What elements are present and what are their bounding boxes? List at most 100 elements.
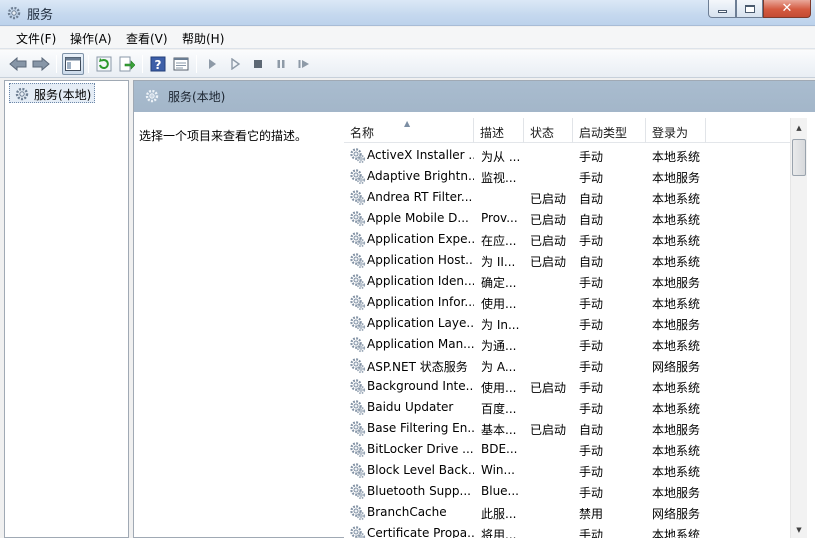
service-startup-type: 手动: [579, 528, 604, 538]
service-logon-as: 本地系统: [652, 297, 701, 311]
service-description: 使用...: [481, 297, 517, 311]
service-gear-icon: [349, 315, 366, 332]
service-row[interactable]: Base Filtering En... 基本... 已启动 自动 本地服务: [344, 418, 796, 439]
forward-button[interactable]: [30, 53, 52, 75]
service-gear-icon: [349, 399, 366, 416]
service-row[interactable]: Block Level Back... Win... 手动 本地系统: [344, 460, 796, 481]
properties-button[interactable]: [170, 53, 192, 75]
maximize-button[interactable]: [736, 0, 763, 18]
show-hide-tree-button[interactable]: [62, 53, 84, 75]
column-header-status[interactable]: 状态: [524, 118, 573, 143]
menu-help[interactable]: 帮助(H): [180, 30, 226, 47]
details-header-title: 服务(本地): [168, 90, 226, 104]
menu-view[interactable]: 查看(V): [124, 30, 170, 47]
pause-service-button[interactable]: [270, 53, 292, 75]
service-startup-type: 手动: [579, 444, 604, 458]
service-row[interactable]: Application Iden... 确定... 手动 本地服务: [344, 271, 796, 292]
service-row[interactable]: Adaptive Brightn... 监视... 手动 本地服务: [344, 166, 796, 187]
service-description: Win...: [481, 463, 515, 477]
service-description: 为 In...: [481, 318, 520, 332]
service-name: Andrea RT Filter...: [367, 190, 473, 204]
column-header-name[interactable]: ▲ 名称: [344, 118, 474, 143]
refresh-button[interactable]: [93, 53, 115, 75]
tree-node-services-local[interactable]: 服务(本地): [9, 83, 96, 103]
vertical-scrollbar[interactable]: ▲ ▼: [790, 118, 807, 538]
service-logon-as: 本地系统: [652, 465, 701, 479]
maximize-icon: [744, 4, 755, 13]
details-header: 服务(本地): [134, 81, 815, 112]
service-row[interactable]: ActiveX Installer ... 为从 ... 手动 本地系统: [344, 145, 796, 166]
column-header-description[interactable]: 描述: [474, 118, 524, 143]
service-row[interactable]: Apple Mobile D... Prov... 已启动 自动 本地系统: [344, 208, 796, 229]
service-row[interactable]: BitLocker Drive ... BDE... 手动 本地系统: [344, 439, 796, 460]
service-gear-icon: [349, 147, 366, 164]
menu-bar: 文件(F) 操作(A) 查看(V) 帮助(H): [0, 27, 815, 49]
service-gear-icon: [349, 378, 366, 395]
service-row[interactable]: Background Inte... 使用... 已启动 手动 本地系统: [344, 376, 796, 397]
service-description: 监视...: [481, 171, 517, 185]
toolbar-separator: [88, 55, 89, 73]
service-status: 已启动: [530, 423, 567, 437]
service-startup-type: 手动: [579, 339, 604, 353]
service-startup-type: 自动: [579, 423, 604, 437]
start-service-icon: [209, 59, 216, 69]
service-name: Certificate Propa...: [367, 526, 474, 538]
menu-action[interactable]: 操作(A): [68, 30, 114, 47]
service-row[interactable]: Application Man... 为通... 手动 本地系统: [344, 334, 796, 355]
service-logon-as: 本地系统: [652, 213, 701, 227]
service-logon-as: 本地系统: [652, 150, 701, 164]
column-header-startup-type[interactable]: 启动类型: [573, 118, 646, 143]
scroll-thumb[interactable]: [792, 139, 806, 176]
stop-service-button[interactable]: [247, 53, 269, 75]
scroll-down-button[interactable]: ▼: [791, 522, 807, 538]
service-row[interactable]: Application Expe... 在应... 已启动 手动 本地系统: [344, 229, 796, 250]
service-gear-icon: [349, 168, 366, 185]
service-startup-type: 手动: [579, 381, 604, 395]
service-description: 基本...: [481, 423, 517, 437]
service-startup-type: 手动: [579, 360, 604, 374]
service-row[interactable]: Application Laye... 为 In... 手动 本地服务: [344, 313, 796, 334]
service-description: 为 A...: [481, 360, 517, 374]
close-button[interactable]: ✕: [763, 0, 811, 18]
stop-service-icon: [254, 60, 262, 68]
service-gear-icon: [349, 273, 366, 290]
service-gear-icon: [349, 483, 366, 500]
service-logon-as: 本地系统: [652, 528, 701, 538]
service-row[interactable]: Certificate Propa... 将用... 手动 本地系统: [344, 523, 796, 538]
start-service-alt-button[interactable]: [224, 53, 246, 75]
close-icon: ✕: [781, 1, 793, 16]
forward-icon: [32, 57, 50, 71]
back-button[interactable]: [7, 53, 29, 75]
service-description: 确定...: [481, 276, 517, 290]
service-row[interactable]: BranchCache 此服... 禁用 网络服务: [344, 502, 796, 523]
service-logon-as: 本地系统: [652, 255, 701, 269]
service-name: BranchCache: [367, 505, 447, 519]
services-list: ▲ 名称 描述 状态 启动类型 登录为 ActiveX Installer ..…: [344, 118, 815, 538]
service-row[interactable]: Bluetooth Supp... Blue... 手动 本地服务: [344, 481, 796, 502]
service-name: Application Host...: [367, 253, 474, 267]
service-startup-type: 自动: [579, 192, 604, 206]
service-row[interactable]: ASP.NET 状态服务为 A... 手动 网络服务: [344, 355, 796, 376]
service-logon-as: 本地服务: [652, 318, 701, 332]
minimize-button[interactable]: [708, 0, 736, 18]
service-logon-as: 网络服务: [652, 360, 701, 374]
service-description: 为通...: [481, 339, 517, 353]
title-bar[interactable]: 服务 ✕: [0, 0, 815, 26]
export-list-button[interactable]: [116, 53, 138, 75]
service-name: Application Iden...: [367, 274, 474, 288]
toolbar: ?: [0, 50, 815, 78]
service-row[interactable]: Application Host... 为 II... 已启动 自动 本地系统: [344, 250, 796, 271]
scroll-up-button[interactable]: ▲: [791, 120, 807, 136]
restart-service-icon: [298, 60, 309, 68]
restart-service-button[interactable]: [293, 53, 315, 75]
service-logon-as: 本地系统: [652, 339, 701, 353]
menu-file[interactable]: 文件(F): [14, 30, 58, 47]
service-status: 已启动: [530, 234, 567, 248]
column-header-logon-as[interactable]: 登录为: [646, 118, 706, 143]
help-button[interactable]: ?: [147, 53, 169, 75]
service-row[interactable]: Andrea RT Filter... 已启动 自动 本地系统: [344, 187, 796, 208]
service-row[interactable]: Application Infor... 使用... 手动 本地系统: [344, 292, 796, 313]
service-name: BitLocker Drive ...: [367, 442, 474, 456]
service-row[interactable]: Baidu Updater 百度... 手动 本地系统: [344, 397, 796, 418]
start-service-button[interactable]: [201, 53, 223, 75]
